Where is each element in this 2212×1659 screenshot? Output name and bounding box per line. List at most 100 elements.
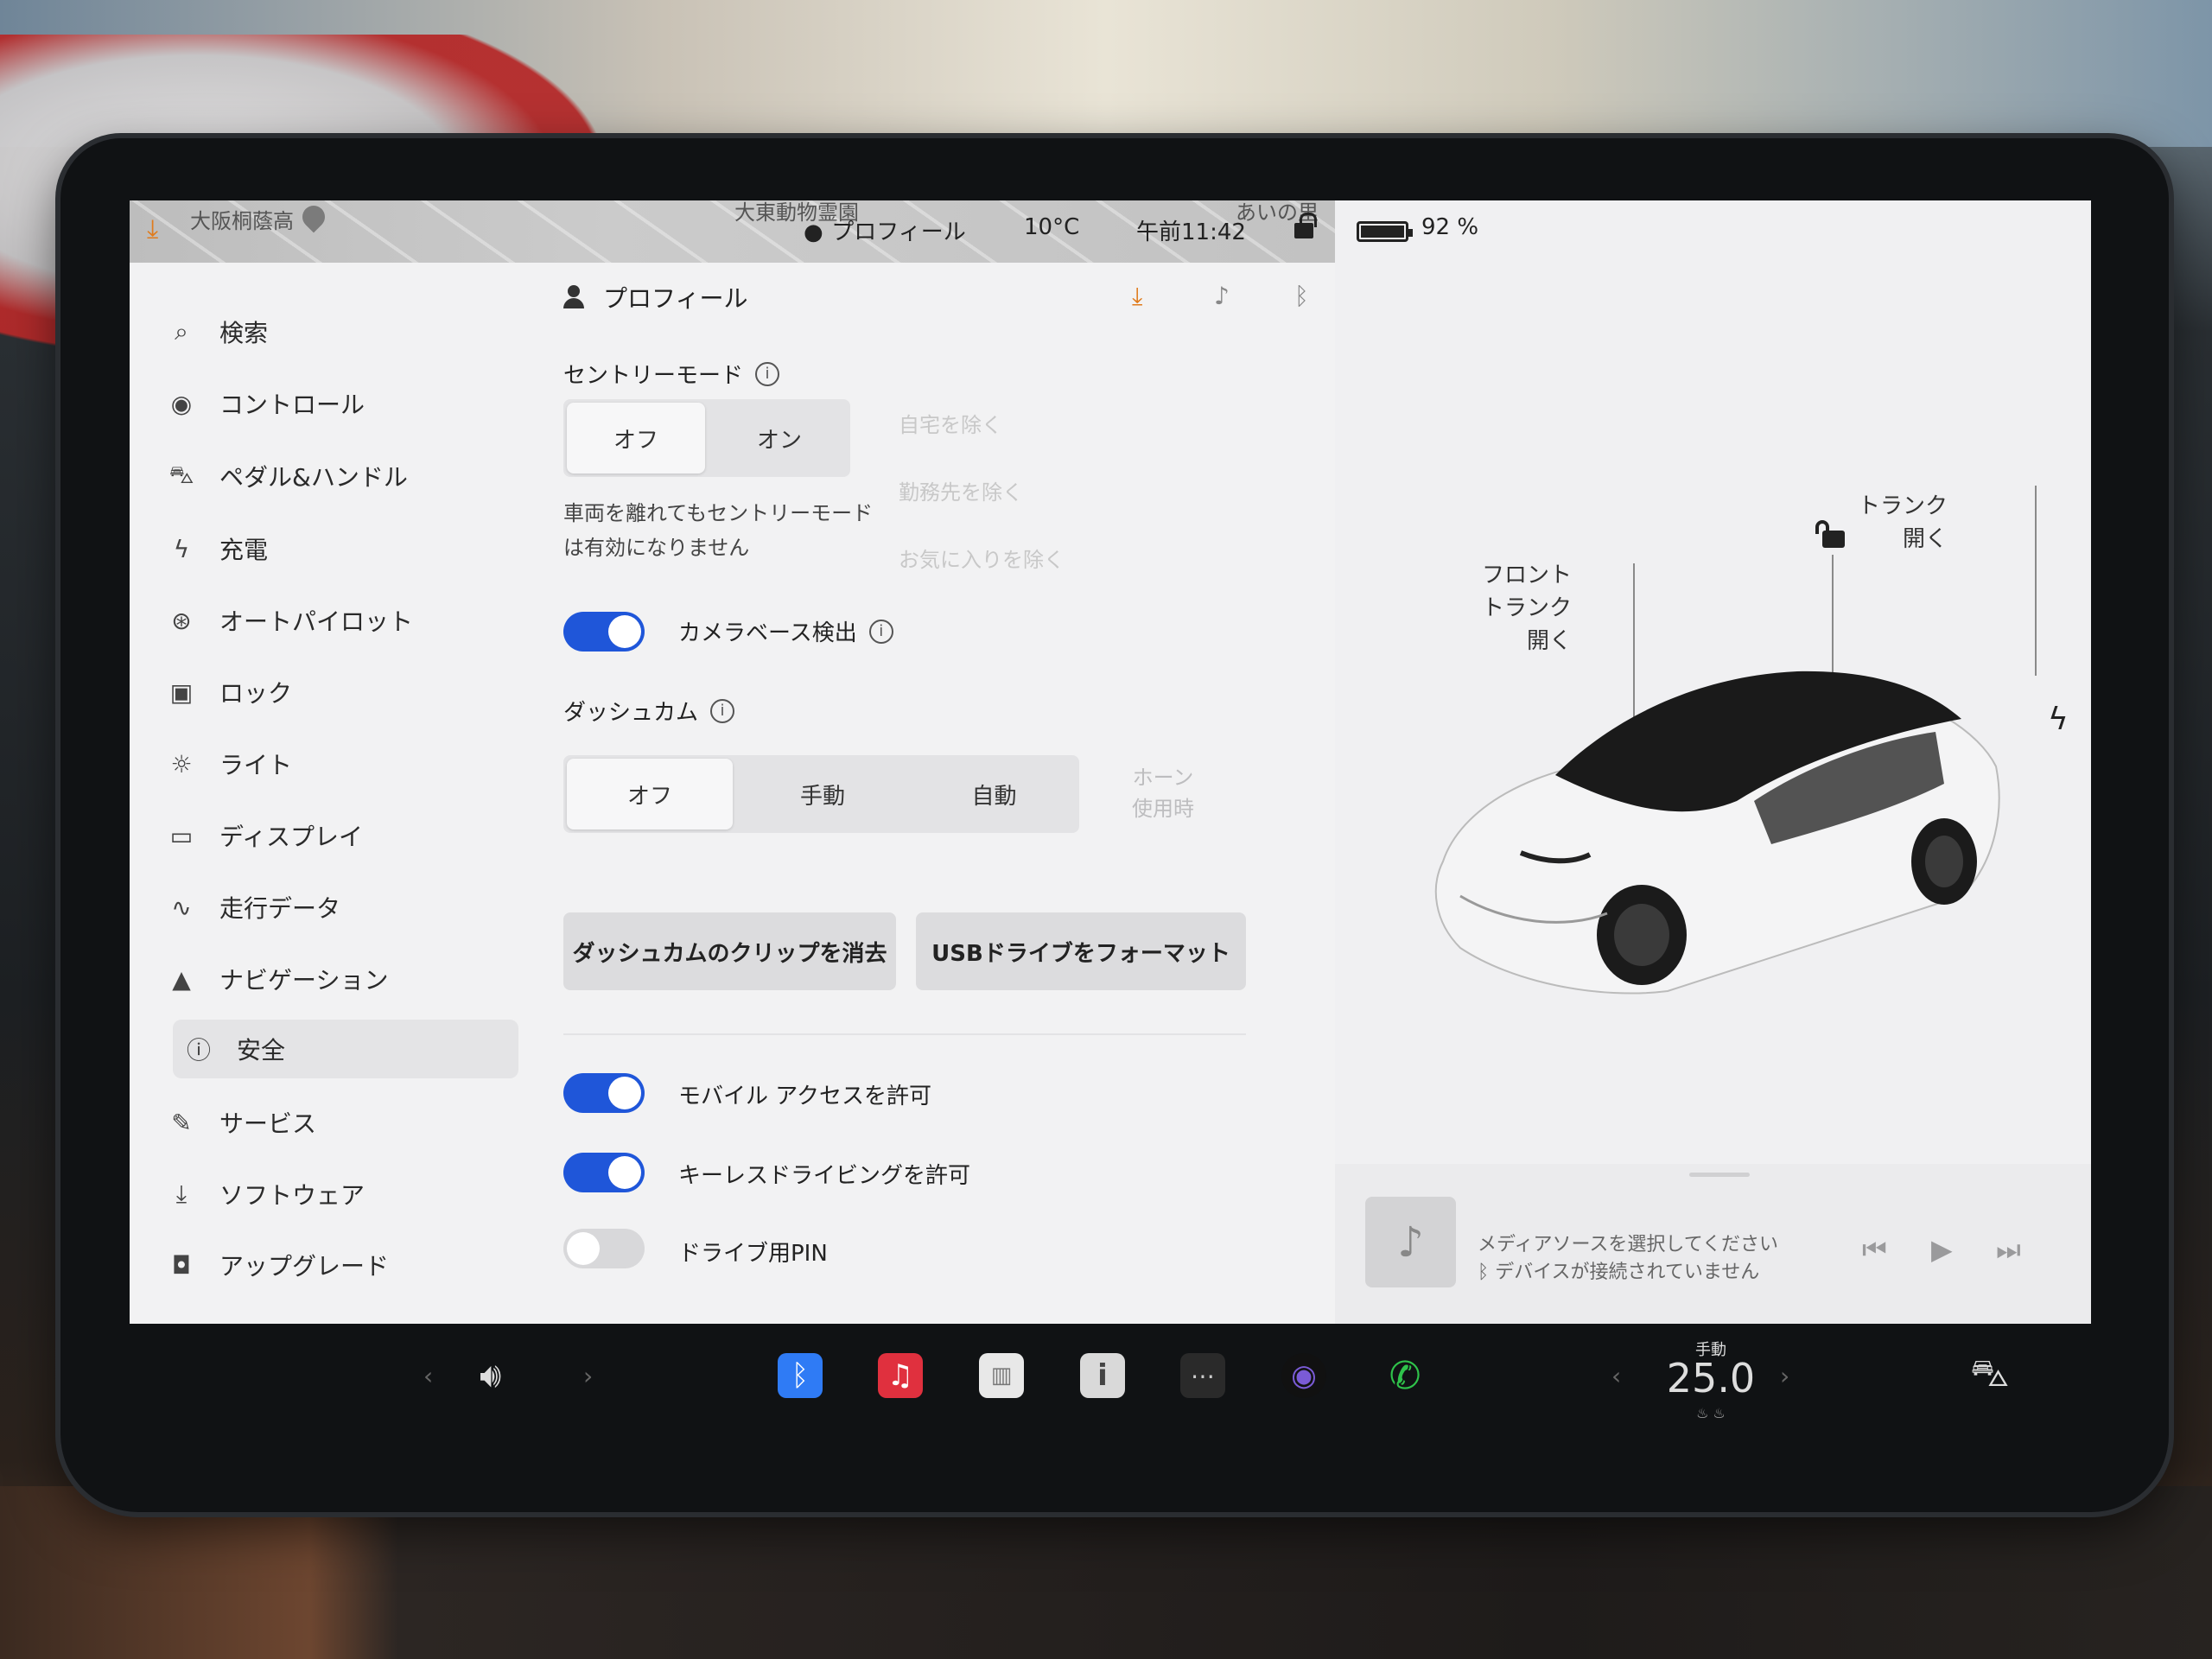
status-profile[interactable]: ● プロフィール bbox=[804, 214, 966, 246]
bluetooth-icon: ᛒ bbox=[1478, 1262, 1496, 1283]
trunk-line1: トランク bbox=[1858, 493, 1948, 519]
sidebar-item-charging[interactable]: ϟ 充電 bbox=[164, 519, 510, 578]
sidebar-item-label: 安全 bbox=[237, 1036, 286, 1065]
dashcam-title: ダッシュカム i bbox=[563, 695, 735, 727]
download-icon[interactable]: ⤓ bbox=[1132, 282, 1142, 311]
info-icon[interactable]: i bbox=[868, 619, 893, 644]
touchscreen: ⤓ 大阪桐蔭高 大東動物霊園 あいの里 ● プロフィール 10°C 午前11:4… bbox=[130, 200, 2091, 1324]
sidebar-item-navigation[interactable]: ▲ ナビゲーション bbox=[164, 950, 510, 1008]
sidebar-item-controls[interactable]: ◉ コントロール bbox=[164, 374, 510, 433]
drive-pin-toggle[interactable] bbox=[563, 1229, 645, 1268]
phone-app-icon[interactable]: ✆ bbox=[1382, 1350, 1427, 1402]
dashcam-label: ダッシュカム bbox=[563, 700, 699, 726]
sidebar-item-safety[interactable]: ⓘ 安全 bbox=[173, 1020, 518, 1078]
person-icon bbox=[562, 285, 586, 309]
download-icon: ⤓ bbox=[147, 214, 159, 245]
vehicle-view: フロント トランク 開く トランク 開く ϟ bbox=[1335, 200, 2091, 1164]
sidebar-item-label: オートパイロット bbox=[219, 607, 414, 636]
mobile-access-toggle[interactable] bbox=[563, 1073, 645, 1113]
trip-icon: ∿ bbox=[171, 893, 192, 922]
dashcam-option-manual[interactable]: 手動 bbox=[736, 755, 909, 833]
radio-app-icon[interactable]: ▥ bbox=[979, 1350, 1024, 1402]
sidebar-item-autopilot[interactable]: ⊛ オートパイロット bbox=[164, 591, 510, 650]
sidebar-item-service[interactable]: ✎ サービス bbox=[164, 1093, 510, 1152]
info-icon[interactable]: i bbox=[755, 361, 780, 386]
sidebar-item-label: ディスプレイ bbox=[219, 823, 364, 851]
sidebar-item-upgrades[interactable]: ◘ アップグレード bbox=[164, 1236, 510, 1294]
display-icon: ▭ bbox=[169, 821, 194, 850]
media-player: ♪ メディアソースを選択してください ᛒ デバイスが接続されていません ⏮ ▶ … bbox=[1335, 1164, 2091, 1324]
delete-dashcam-clips-button[interactable]: ダッシュカムのクリップを消去 bbox=[563, 912, 896, 990]
defrost-icons[interactable]: ♨ ♨ bbox=[1676, 1405, 1745, 1421]
sentry-exclude-work: 勤務先を除く bbox=[899, 480, 1023, 505]
sidebar-item-label: 検索 bbox=[219, 319, 269, 347]
sidebar-item-label: アップグレード bbox=[219, 1252, 390, 1281]
volume-icon[interactable]: 🔊︎ bbox=[480, 1350, 501, 1402]
bell-icon[interactable]: ♪ bbox=[1214, 282, 1230, 310]
volume-up-chevron-icon[interactable]: › bbox=[583, 1350, 593, 1402]
drive-pin-label: ドライブ用PIN bbox=[678, 1241, 828, 1267]
cabin-temperature[interactable]: 25.0 bbox=[1655, 1355, 1767, 1402]
keyless-driving-label: キーレスドライビングを許可 bbox=[678, 1163, 971, 1189]
music-note-icon[interactable]: ♪ bbox=[1365, 1197, 1456, 1287]
sentry-mode-label: セントリーモード bbox=[563, 363, 744, 389]
camera-app-icon[interactable]: ◉ bbox=[1281, 1350, 1326, 1402]
info-icon[interactable]: i bbox=[710, 698, 735, 723]
temp-up-chevron-icon[interactable]: › bbox=[1780, 1350, 1789, 1402]
sidebar-item-label: ロック bbox=[219, 679, 293, 708]
sidebar-item-pedals[interactable]: ⛍ ペダル&ハンドル bbox=[164, 447, 510, 505]
wrench-icon: ✎ bbox=[171, 1108, 192, 1137]
unlock-icon[interactable] bbox=[1815, 520, 1847, 548]
bluetooth-icon[interactable]: ᛒ bbox=[1294, 282, 1309, 310]
manual-app-icon[interactable]: i bbox=[1080, 1350, 1125, 1402]
play-icon[interactable]: ▶ bbox=[1931, 1233, 1953, 1266]
profile-header[interactable]: プロフィール bbox=[562, 280, 747, 315]
steering-wheel-icon: ⊛ bbox=[171, 606, 192, 635]
trunk-open-button[interactable]: トランク 開く bbox=[1858, 490, 1948, 556]
car-icon: ⛍ bbox=[168, 460, 194, 489]
lock-icon[interactable] bbox=[1294, 213, 1317, 238]
search-icon: ⌕ bbox=[175, 317, 188, 346]
sentry-exclude-favorites: お気に入りを除く bbox=[899, 548, 1065, 572]
dashcam-honk-line2: 使用時 bbox=[1132, 797, 1194, 821]
sidebar-item-display[interactable]: ▭ ディスプレイ bbox=[164, 806, 510, 865]
safety-settings-panel: プロフィール ⤓ ♪ ᛒ LTE▂▄▆ セントリーモード i オフ オン 自宅を… bbox=[527, 263, 1432, 1324]
trunk-leader-line bbox=[2035, 486, 2037, 676]
car-controls-icon[interactable]: ⛍ bbox=[1970, 1350, 2009, 1402]
media-device-status: ᛒ デバイスが接続されていません bbox=[1478, 1256, 1759, 1284]
camera-detection-toggle[interactable] bbox=[563, 612, 645, 652]
dashcam-option-auto[interactable]: 自動 bbox=[909, 755, 1079, 833]
bluetooth-app-icon[interactable]: ᛒ bbox=[778, 1350, 823, 1402]
sidebar-item-lights[interactable]: ☼ ライト bbox=[164, 734, 510, 793]
music-app-icon[interactable]: ♫ bbox=[878, 1350, 923, 1402]
sentry-option-off[interactable]: オフ bbox=[567, 403, 705, 474]
dashcam-option-off[interactable]: オフ bbox=[567, 759, 733, 830]
download-icon: ⤓ bbox=[175, 1179, 188, 1208]
dashcam-option-honk: ホーン 使用時 bbox=[1132, 762, 1194, 824]
format-usb-button[interactable]: USBドライブをフォーマット bbox=[916, 912, 1246, 990]
sidebar-item-locks[interactable]: ▣ ロック bbox=[164, 663, 510, 721]
sidebar-item-trips[interactable]: ∿ 走行データ bbox=[164, 878, 510, 937]
sidebar-item-search[interactable]: ⌕ 検索 bbox=[164, 302, 510, 361]
temp-down-chevron-icon[interactable]: ‹ bbox=[1611, 1350, 1621, 1402]
lock-icon: ▣ bbox=[169, 677, 194, 707]
charge-port-bolt-icon[interactable]: ϟ bbox=[2048, 702, 2069, 737]
sidebar-item-label: コントロール bbox=[219, 391, 365, 419]
media-drag-handle[interactable] bbox=[1689, 1173, 1750, 1177]
sidebar-item-label: ナビゲーション bbox=[219, 966, 389, 995]
dashcam-honk-line1: ホーン bbox=[1132, 766, 1194, 790]
front-trunk-line2: トランク bbox=[1482, 595, 1573, 621]
more-apps-icon[interactable]: ⋯ bbox=[1180, 1350, 1225, 1402]
sentry-mode-description: 車両を離れてもセントリーモードは有効になりません bbox=[563, 501, 874, 560]
previous-track-icon[interactable]: ⏮ bbox=[1862, 1233, 1887, 1267]
sentry-mode-title: セントリーモード i bbox=[563, 358, 780, 390]
sentry-option-on[interactable]: オン bbox=[709, 399, 850, 477]
sidebar-item-label: 充電 bbox=[219, 536, 269, 564]
volume-down-chevron-icon[interactable]: ‹ bbox=[423, 1350, 433, 1402]
keyless-driving-toggle[interactable] bbox=[563, 1153, 645, 1192]
sidebar-item-software[interactable]: ⤓ ソフトウェア bbox=[164, 1165, 510, 1224]
bolt-icon: ϟ bbox=[173, 534, 190, 563]
next-track-icon[interactable]: ⏭ bbox=[1996, 1233, 2021, 1267]
status-time: 午前11:42 bbox=[1136, 219, 1246, 245]
sentry-mode-selector: オフ オン bbox=[563, 399, 850, 477]
